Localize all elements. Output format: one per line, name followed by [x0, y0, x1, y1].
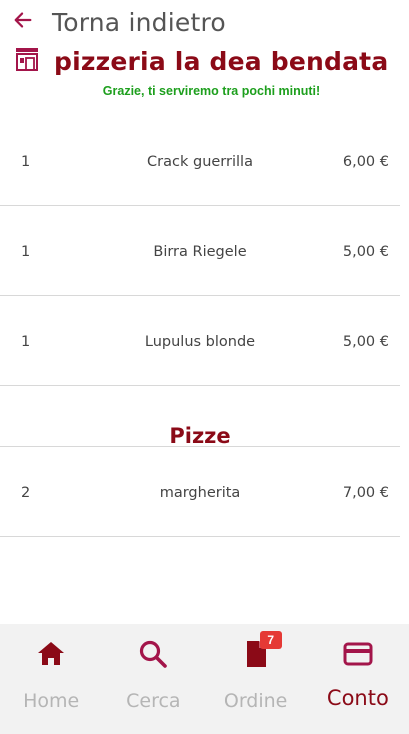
bottom-navigation: Home Cerca 7 Ordine Conto [0, 624, 409, 734]
restaurant-header: pizzeria la dea bendata [14, 46, 388, 77]
nav-label: Conto [326, 686, 389, 710]
item-price: 5,00 € [342, 244, 389, 260]
search-icon [102, 638, 204, 670]
item-name: margherita [159, 485, 241, 501]
back-button[interactable]: Torna indietro [12, 6, 226, 38]
nav-label: Home [23, 690, 80, 712]
nav-conto[interactable]: Conto [307, 624, 409, 734]
order-item-row: 2 margherita 7,00 € [0, 447, 400, 537]
item-name: Birra Riegele [153, 244, 247, 260]
item-name: Crack guerrilla [147, 154, 253, 170]
nav-label: Cerca [126, 690, 181, 712]
document-icon [205, 638, 307, 670]
order-item-row: 1 Birra Riegele 5,00 € [0, 206, 400, 296]
storefront-icon [14, 46, 40, 77]
nav-label: Ordine [223, 690, 288, 712]
item-price: 5,00 € [342, 334, 389, 350]
arrow-left-icon [12, 9, 34, 36]
home-icon [0, 638, 102, 670]
order-item-row: 1 Crack guerrilla 6,00 € [0, 116, 400, 206]
order-count-badge: 7 [259, 631, 282, 649]
back-label: Torna indietro [52, 7, 226, 37]
nav-cerca[interactable]: Cerca [102, 624, 204, 734]
credit-card-icon [307, 638, 409, 670]
section-header-pizze: Pizze [0, 386, 400, 448]
nav-home[interactable]: Home [0, 624, 102, 734]
item-price: 6,00 € [342, 154, 389, 170]
item-name: Lupulus blonde [144, 334, 256, 350]
restaurant-name: pizzeria la dea bendata [54, 47, 389, 76]
confirmation-message: Grazie, ti serviremo tra pochi minuti! [102, 84, 321, 98]
order-list: 1 Crack guerrilla 6,00 € 1 Birra Riegele… [0, 116, 409, 537]
section-title: Pizze [169, 424, 231, 448]
item-price: 7,00 € [342, 485, 389, 501]
nav-ordine[interactable]: 7 Ordine [205, 624, 307, 734]
order-item-row: 1 Lupulus blonde 5,00 € [0, 296, 400, 386]
